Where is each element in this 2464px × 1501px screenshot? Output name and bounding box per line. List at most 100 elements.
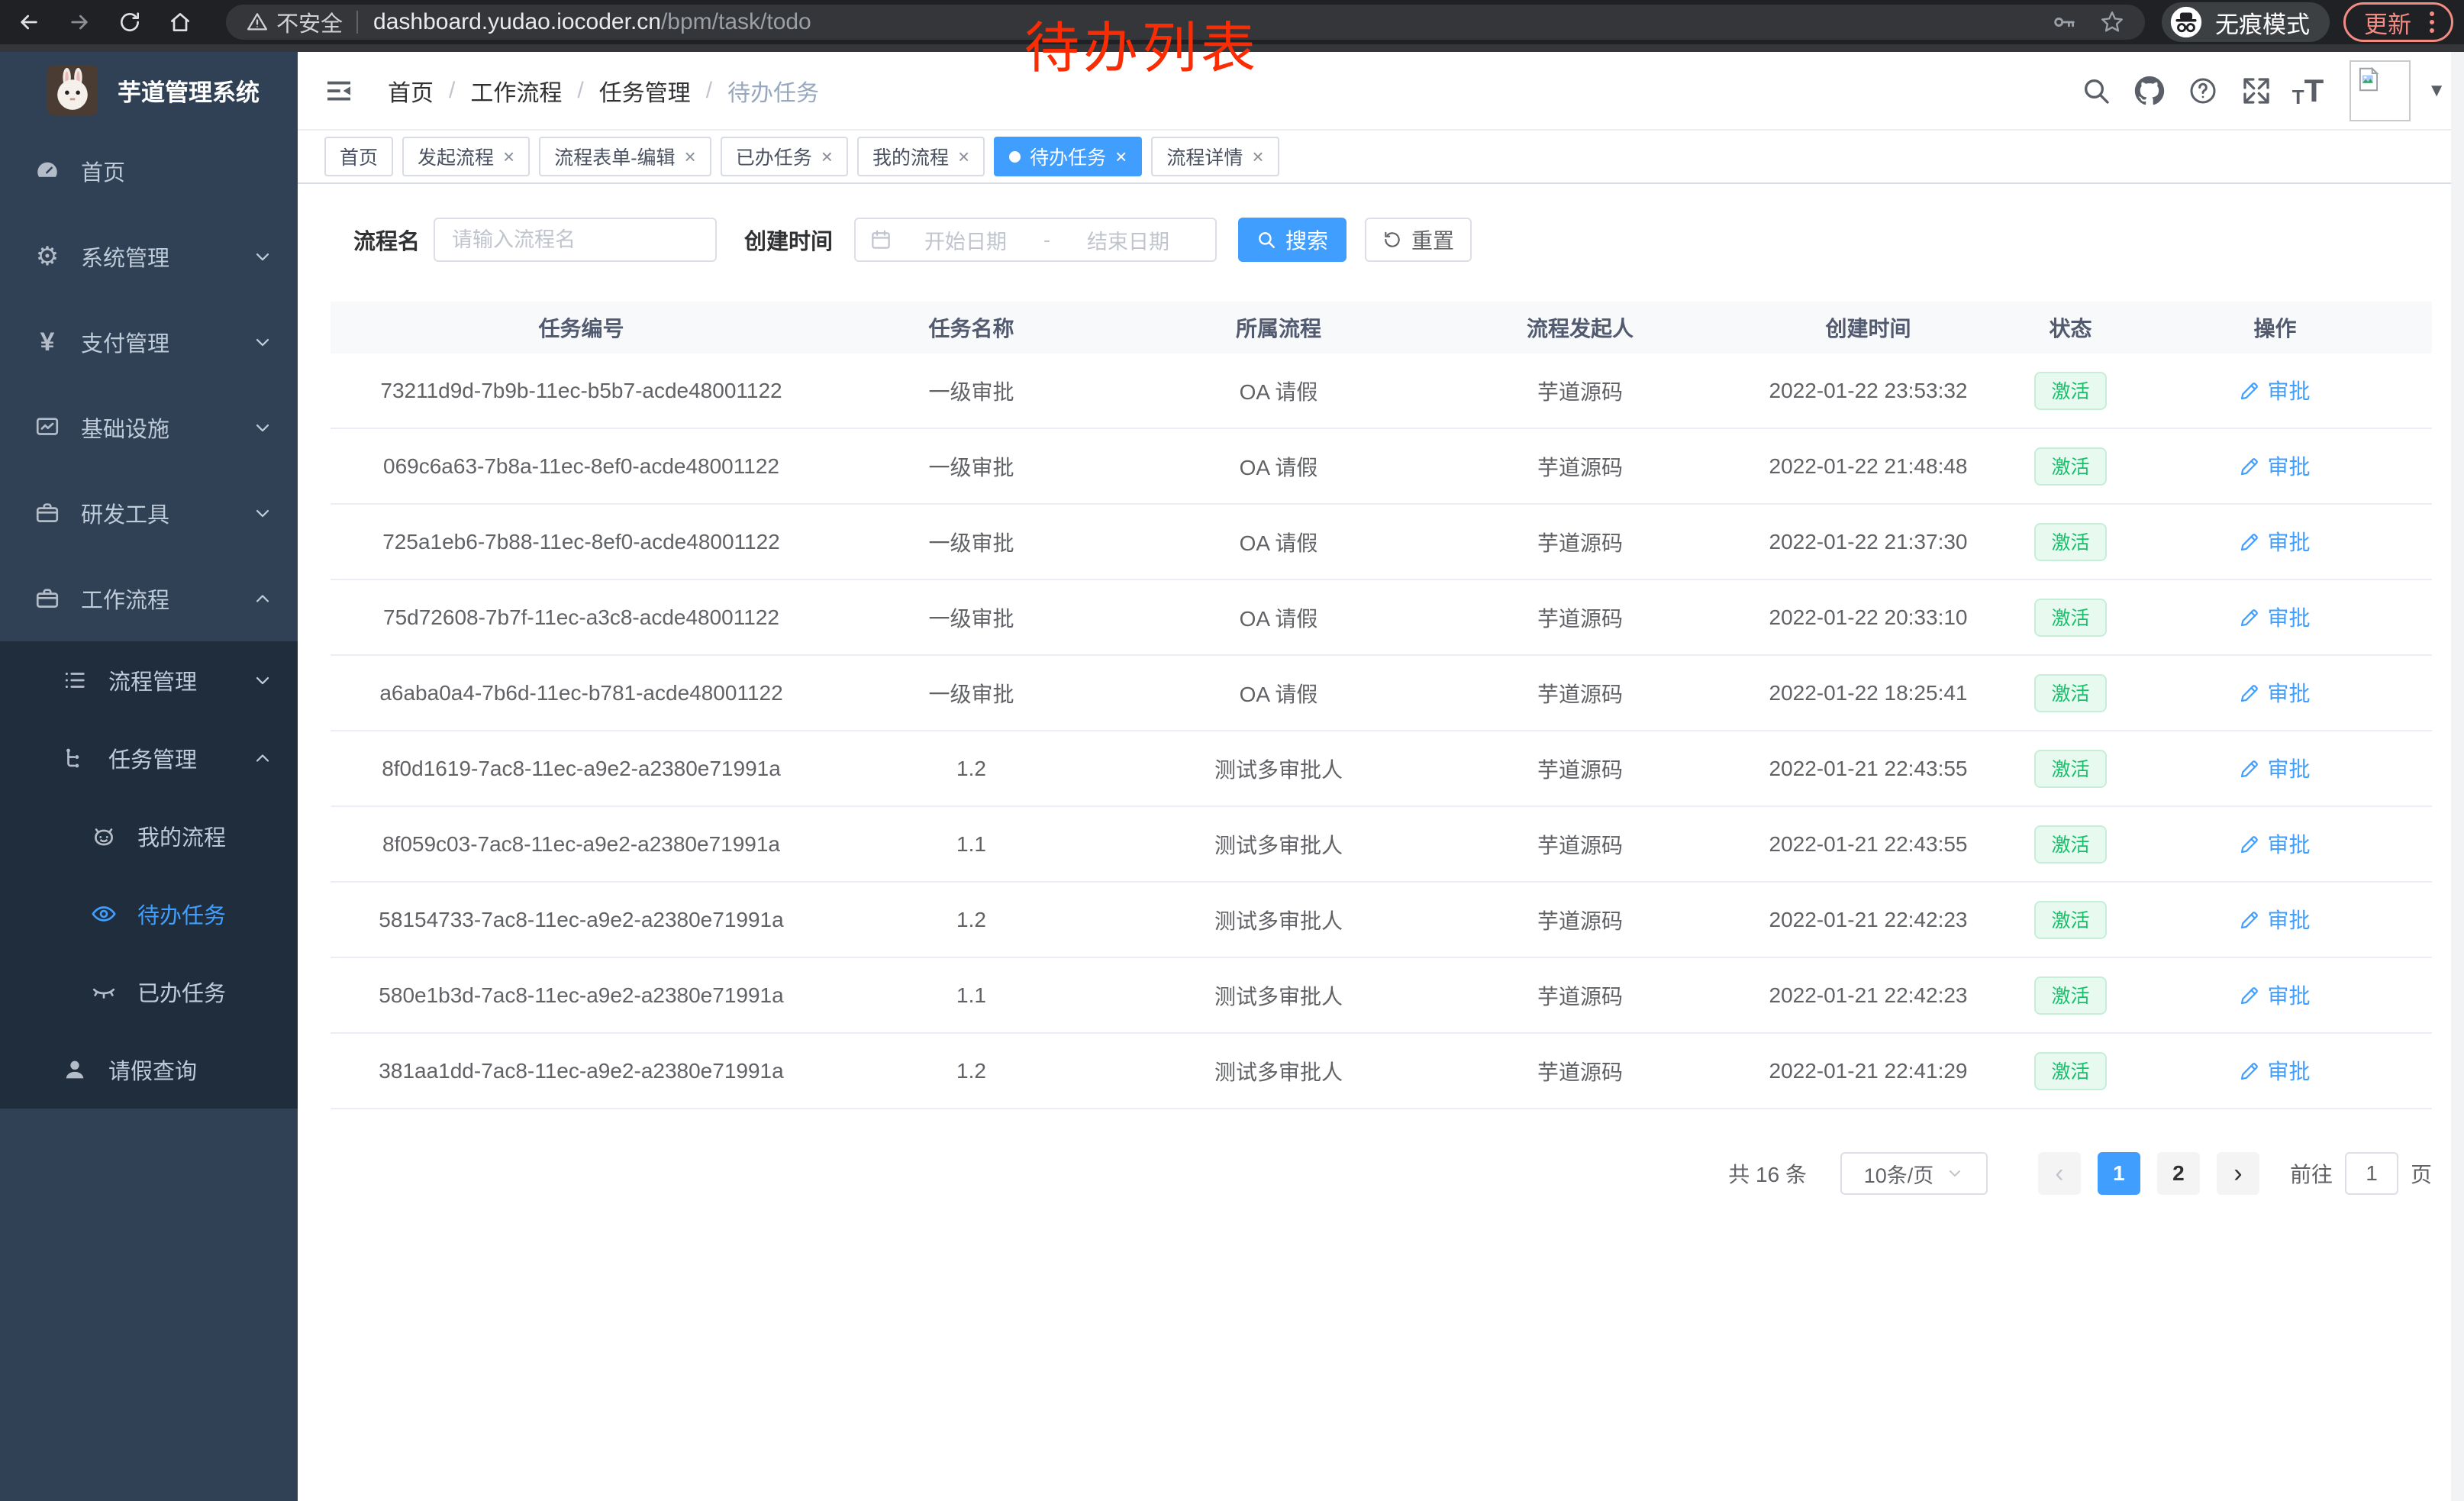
tab-label: 流程表单-编辑 — [554, 143, 675, 170]
tab-流程详情[interactable]: 流程详情× — [1151, 137, 1279, 176]
tab-close-icon[interactable]: × — [685, 147, 696, 166]
sidebar-item-基础设施[interactable]: 基础设施 — [0, 385, 298, 470]
tab-待办任务[interactable]: 待办任务× — [994, 137, 1142, 176]
cell-actions: 审批 — [2118, 1055, 2432, 1086]
approve-link[interactable]: 审批 — [2240, 753, 2310, 783]
approve-link[interactable]: 审批 — [2240, 980, 2310, 1010]
date-range-picker[interactable]: 开始日期 - 结束日期 — [854, 218, 1217, 262]
sidebar-item-请假查询[interactable]: 请假查询 — [0, 1031, 298, 1109]
approve-link-label: 审批 — [2267, 450, 2310, 481]
security-label[interactable]: 不安全 — [276, 6, 343, 38]
tab-发起流程[interactable]: 发起流程× — [402, 137, 530, 176]
page-button-1[interactable]: 1 — [2098, 1152, 2140, 1195]
active-tab-dot — [1009, 151, 1021, 163]
sidebar-item-支付管理[interactable]: ¥支付管理 — [0, 299, 298, 385]
app-logo[interactable]: 芋道管理系统 — [0, 52, 298, 128]
approve-link[interactable]: 审批 — [2240, 450, 2310, 481]
page-size-select[interactable]: 10条/页 — [1840, 1152, 1988, 1195]
approve-link[interactable]: 审批 — [2240, 602, 2310, 632]
page-button-2[interactable]: 2 — [2157, 1152, 2200, 1195]
fullscreen-icon[interactable] — [2239, 73, 2274, 108]
breadcrumb-item-首页[interactable]: 首页 — [388, 74, 434, 108]
approve-link[interactable]: 审批 — [2240, 526, 2310, 557]
approve-link[interactable]: 审批 — [2240, 677, 2310, 708]
breadcrumb-item-任务管理[interactable]: 任务管理 — [599, 74, 691, 108]
url-separator — [356, 11, 358, 34]
page-number-list: 12 — [2081, 1152, 2200, 1195]
prev-page-button[interactable]: ‹ — [2038, 1152, 2081, 1195]
sidebar-item-系统管理[interactable]: ⚙系统管理 — [0, 214, 298, 299]
avatar-dropdown-caret-icon[interactable]: ▼ — [2427, 80, 2446, 102]
search-button[interactable]: 搜索 — [1238, 218, 1346, 262]
cell-starter: 芋道源码 — [1446, 980, 1714, 1011]
approve-link[interactable]: 审批 — [2240, 828, 2310, 859]
sidebar-item-label: 请假查询 — [108, 1054, 197, 1086]
tabs-bar: 首页发起流程×流程表单-编辑×已办任务×我的流程×待办任务×流程详情× — [298, 131, 2464, 184]
eye-closed-icon — [90, 978, 118, 1006]
browser-forward-icon[interactable] — [64, 7, 95, 37]
sidebar-item-任务管理[interactable]: 任务管理 — [0, 719, 298, 797]
tab-close-icon[interactable]: × — [1115, 147, 1127, 166]
cell-process: 测试多审批人 — [1111, 829, 1446, 860]
sidebar-item-研发工具[interactable]: 研发工具 — [0, 470, 298, 556]
tab-我的流程[interactable]: 我的流程× — [857, 137, 985, 176]
chevron-down-icon — [252, 417, 273, 438]
bookmark-star-icon[interactable] — [2099, 9, 2125, 35]
logo-rabbit-image — [47, 65, 98, 115]
breadcrumb-item-工作流程[interactable]: 工作流程 — [470, 74, 562, 108]
font-size-icon[interactable]: TT — [2292, 75, 2324, 107]
process-name-input[interactable] — [434, 218, 717, 262]
tab-close-icon[interactable]: × — [1252, 147, 1263, 166]
cell-name: 1.2 — [832, 908, 1111, 932]
sidebar-item-流程管理[interactable]: 流程管理 — [0, 641, 298, 719]
user-icon — [61, 1056, 89, 1083]
chevron-down-icon — [252, 502, 273, 524]
end-date-placeholder[interactable]: 结束日期 — [1055, 225, 1201, 255]
tab-已办任务[interactable]: 已办任务× — [721, 137, 848, 176]
sidebar-item-已办任务[interactable]: 已办任务 — [0, 953, 298, 1031]
tab-close-icon[interactable]: × — [958, 147, 969, 166]
tab-首页[interactable]: 首页 — [324, 137, 393, 176]
tab-流程表单-编辑[interactable]: 流程表单-编辑 × — [539, 137, 711, 176]
pagination-goto: 前往 页 — [2290, 1152, 2432, 1195]
avatar[interactable] — [2350, 60, 2411, 121]
sidebar-item-label: 任务管理 — [108, 742, 197, 774]
approve-link[interactable]: 审批 — [2240, 1055, 2310, 1086]
reset-button[interactable]: 重置 — [1365, 218, 1472, 262]
password-key-icon[interactable] — [2052, 9, 2078, 35]
table-row: a6aba0a4-7b6d-11ec-b781-acde48001122一级审批… — [331, 656, 2432, 731]
cell-created: 2022-01-22 21:37:30 — [1714, 530, 2023, 554]
search-icon[interactable] — [2079, 73, 2114, 108]
app-title: 芋道管理系统 — [118, 73, 260, 108]
browser-back-icon[interactable] — [14, 7, 44, 37]
next-page-button[interactable]: › — [2217, 1152, 2259, 1195]
cell-actions: 审批 — [2118, 450, 2432, 482]
sidebar-toggle-icon[interactable] — [324, 76, 354, 106]
goto-page-input[interactable] — [2345, 1152, 2398, 1195]
browser-menu-icon[interactable] — [2425, 11, 2439, 33]
sidebar-item-工作流程[interactable]: 工作流程 — [0, 556, 298, 641]
cell-actions: 审批 — [2118, 375, 2432, 406]
pagination: 共 16 条 10条/页 ‹ 12 › 前往 页 — [331, 1152, 2432, 1195]
tab-close-icon[interactable]: × — [503, 147, 514, 166]
cell-starter: 芋道源码 — [1446, 829, 1714, 860]
help-icon[interactable] — [2185, 73, 2221, 108]
scrollbar[interactable] — [2451, 52, 2464, 1501]
url-path: /bpm/task/todo — [661, 9, 811, 34]
approve-link[interactable]: 审批 — [2240, 375, 2310, 405]
github-icon[interactable] — [2132, 73, 2167, 108]
approve-link[interactable]: 审批 — [2240, 904, 2310, 934]
tab-close-icon[interactable]: × — [821, 147, 833, 166]
column-header-创建时间: 创建时间 — [1714, 312, 2023, 343]
browser-reload-icon[interactable] — [114, 7, 145, 37]
cell-id: 725a1eb6-7b88-11ec-8ef0-acde48001122 — [331, 530, 832, 554]
cell-id: 58154733-7ac8-11ec-a9e2-a2380e71991a — [331, 908, 832, 932]
browser-update-button[interactable]: 更新 — [2343, 2, 2453, 42]
start-date-placeholder[interactable]: 开始日期 — [892, 225, 1039, 255]
sidebar-item-首页[interactable]: 首页 — [0, 128, 298, 214]
sidebar-item-我的流程[interactable]: 我的流程 — [0, 797, 298, 875]
sidebar-item-待办任务[interactable]: 待办任务 — [0, 875, 298, 953]
browser-home-icon[interactable] — [165, 7, 195, 37]
cell-status: 激活 — [2023, 750, 2118, 788]
list-icon — [61, 667, 89, 694]
